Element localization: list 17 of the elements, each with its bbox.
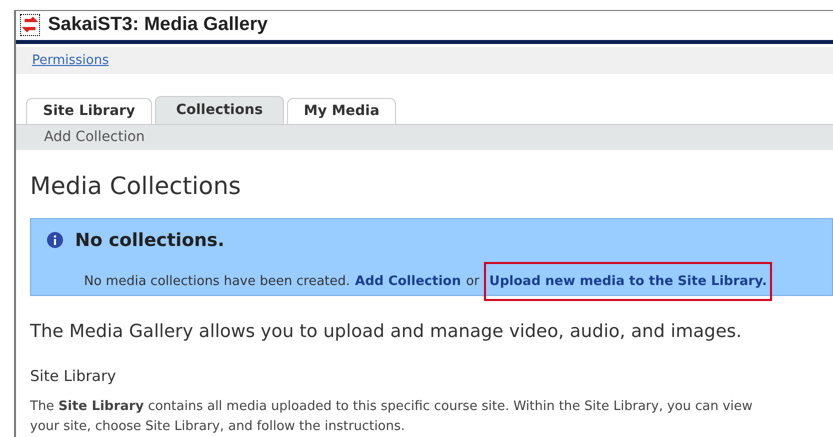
permissions-link[interactable]: Permissions: [32, 50, 109, 70]
add-collection-link[interactable]: Add Collection: [44, 126, 145, 148]
upload-media-link[interactable]: Upload new media to the Site Library.: [484, 262, 772, 301]
tab[interactable]: Collections: [155, 96, 284, 124]
info-icon: [47, 232, 63, 248]
intro-text: The Media Gallery allows you to upload and manage video, audio, and images.: [30, 320, 743, 344]
tab[interactable]: Site Library: [26, 98, 152, 124]
joiner-text: or: [466, 272, 480, 290]
alert-title: No collections.: [75, 228, 224, 252]
alert-message: No media collections have been created.: [84, 272, 350, 290]
tab[interactable]: My Media: [286, 98, 396, 124]
page-heading: Media Collections: [30, 170, 242, 202]
window-title: SakaiST3: Media Gallery: [48, 13, 268, 37]
add-collection-link[interactable]: Add Collection: [355, 272, 461, 291]
section-paragraph: The Site Library contains all media uploaded to this specific course site. Within the Site Library, you can view your site, choose Site Library, and follow the instructions.: [30, 398, 754, 436]
section-title: Site Library: [30, 366, 118, 386]
logo-icon: [20, 14, 40, 36]
